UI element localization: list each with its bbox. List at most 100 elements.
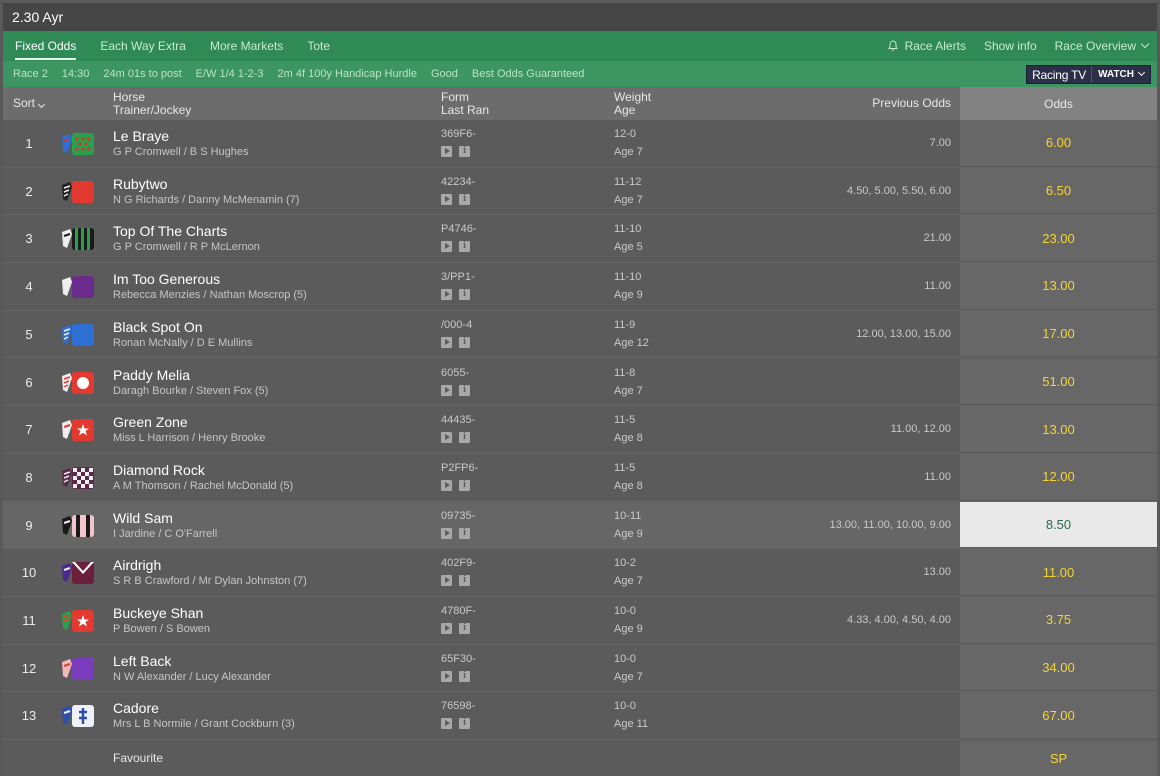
trainer-jockey: I Jardine / C O'Farrell xyxy=(113,527,218,540)
info-icon[interactable] xyxy=(459,384,470,396)
runner-row: 13 Cadore Mrs L B Normile / Grant Cockburn… xyxy=(3,692,1157,741)
odds-button[interactable]: 12.00 xyxy=(960,453,1157,501)
horse-name[interactable]: Top Of The Charts xyxy=(113,223,227,239)
horse-name[interactable]: Wild Sam xyxy=(113,510,173,526)
replay-icon[interactable] xyxy=(441,718,452,730)
tab-tote-label: Tote xyxy=(307,39,330,53)
info-icon[interactable] xyxy=(459,145,470,157)
previous-odds: 4.33, 4.00, 4.50, 4.00 xyxy=(847,614,951,626)
age: Age 8 xyxy=(614,479,643,492)
age: Age 7 xyxy=(614,146,643,158)
replay-icon[interactable] xyxy=(441,670,452,682)
replay-icon[interactable] xyxy=(441,146,452,157)
odds-value: 13.00 xyxy=(1042,421,1075,437)
tab-more-markets[interactable]: More Markets xyxy=(198,31,295,61)
tab-tote[interactable]: Tote xyxy=(295,31,342,61)
info-icon[interactable] xyxy=(459,527,470,539)
info-icon[interactable] xyxy=(459,240,470,253)
horse-name[interactable]: Left Back xyxy=(113,653,171,669)
racing-tv-widget[interactable]: Racing TV WATCH xyxy=(1026,65,1151,84)
form-figures: 09735- xyxy=(441,509,476,522)
replay-icon[interactable] xyxy=(441,527,452,539)
market-tabs: Fixed Odds Each Way Extra More Markets T… xyxy=(3,31,1157,61)
odds-button[interactable]: 8.50 xyxy=(960,501,1157,549)
odds-value: 8.50 xyxy=(1045,516,1072,532)
odds-button[interactable]: 6.00 xyxy=(960,120,1157,167)
tab-each-way-extra[interactable]: Each Way Extra xyxy=(88,31,198,61)
info-icon[interactable] xyxy=(459,479,470,491)
odds-button[interactable]: 17.00 xyxy=(960,310,1157,358)
replay-icon[interactable] xyxy=(441,289,452,301)
odds-button[interactable]: 51.00 xyxy=(960,358,1157,406)
replay-icon[interactable] xyxy=(441,384,452,396)
saddle-cloth-number: 5 xyxy=(25,326,33,342)
race-info-bar: Race 2 14:30 24m 01s to post E/W 1/4 1-2… xyxy=(3,61,1157,87)
race-alerts-button[interactable]: Race Alerts xyxy=(878,31,975,61)
horse-name[interactable]: Paddy Melia xyxy=(113,367,190,383)
info-icon[interactable] xyxy=(459,670,470,682)
sort-button[interactable]: Sort xyxy=(13,97,46,110)
odds-value: 67.00 xyxy=(1042,707,1075,723)
odds-button[interactable]: 13.00 xyxy=(960,263,1157,310)
odds-button[interactable]: 23.00 xyxy=(960,215,1157,263)
tab-fixed-odds[interactable]: Fixed Odds xyxy=(3,31,88,61)
previous-odds: 13.00 xyxy=(923,566,951,579)
horse-name[interactable]: Im Too Generous xyxy=(113,271,220,287)
horse-name[interactable]: Rubytwo xyxy=(113,176,167,192)
last-ran-icons xyxy=(441,288,470,301)
info-icon[interactable] xyxy=(459,336,470,348)
show-info-link[interactable]: Show info xyxy=(975,31,1046,61)
replay-icon[interactable] xyxy=(441,336,452,348)
form-figures: 44435- xyxy=(441,414,476,427)
each-way-terms: E/W 1/4 1-2-3 xyxy=(195,68,264,80)
replay-icon[interactable] xyxy=(441,241,452,253)
age: Age 7 xyxy=(614,575,643,588)
horse-name[interactable]: Cadore xyxy=(113,700,159,716)
saddle-cloth-number: 3 xyxy=(25,231,33,247)
replay-icon[interactable] xyxy=(441,432,452,444)
chevron-down-icon xyxy=(1140,39,1150,49)
info-icon[interactable] xyxy=(459,431,470,444)
horse-name[interactable]: Diamond Rock xyxy=(113,462,205,478)
odds-button[interactable]: 34.00 xyxy=(960,644,1157,692)
replay-icon[interactable] xyxy=(441,623,452,634)
column-odds-label: Odds xyxy=(1044,96,1073,111)
favourite-row: Favourite SP xyxy=(3,741,1157,776)
replay-icon[interactable] xyxy=(441,193,452,205)
info-icon[interactable] xyxy=(459,622,470,634)
info-icon[interactable] xyxy=(459,193,470,205)
column-age: Age xyxy=(614,103,636,117)
favourite-odds-button[interactable]: SP xyxy=(960,741,1157,776)
odds-value: 17.00 xyxy=(1042,326,1075,342)
watch-label: WATCH xyxy=(1098,69,1134,80)
info-icon[interactable] xyxy=(459,288,470,301)
race-overview-label: Race Overview xyxy=(1054,39,1136,53)
replay-icon[interactable] xyxy=(441,575,452,587)
horse-name[interactable]: Le Braye xyxy=(113,128,169,144)
horse-name[interactable]: Buckeye Shan xyxy=(113,605,203,621)
race-overview-dropdown[interactable]: Race Overview xyxy=(1046,31,1157,61)
watch-button[interactable]: WATCH xyxy=(1091,66,1150,83)
horse-name[interactable]: Black Spot On xyxy=(113,319,203,335)
odds-button[interactable]: 3.75 xyxy=(960,597,1157,644)
replay-icon[interactable] xyxy=(441,479,452,491)
horse-name[interactable]: Airdrigh xyxy=(113,557,161,573)
info-icon[interactable] xyxy=(459,574,470,587)
info-icon[interactable] xyxy=(459,717,470,730)
last-ran-icons xyxy=(441,431,470,444)
weight: 10-0 xyxy=(614,652,637,665)
jockey-silks-icon xyxy=(62,514,94,537)
horse-name[interactable]: Green Zone xyxy=(113,414,188,430)
odds-button[interactable]: 11.00 xyxy=(960,549,1157,596)
form-figures: 6055- xyxy=(441,366,470,379)
odds-button[interactable]: 67.00 xyxy=(960,692,1157,740)
going: Good xyxy=(430,68,458,80)
odds-button[interactable]: 6.50 xyxy=(960,167,1157,215)
odds-value: 13.00 xyxy=(1042,278,1075,294)
saddle-cloth-number: 6 xyxy=(25,374,33,390)
age: Age 7 xyxy=(614,193,643,206)
jockey-silks-icon xyxy=(62,228,94,251)
race-alerts-label: Race Alerts xyxy=(904,39,966,53)
weight: 12-0 xyxy=(614,128,637,140)
odds-button[interactable]: 13.00 xyxy=(960,406,1157,453)
